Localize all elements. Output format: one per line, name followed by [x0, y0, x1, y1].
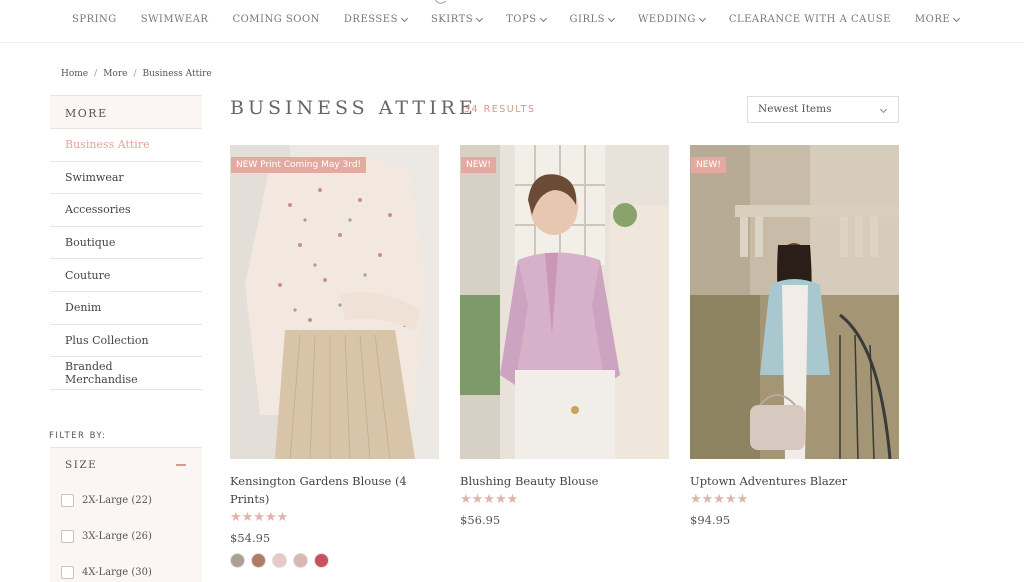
chevron-down-icon: [400, 14, 408, 22]
sidebar-item-boutique[interactable]: Boutique: [50, 227, 202, 260]
sidebar-item-branded-merchandise[interactable]: Branded Merchandise: [50, 357, 202, 390]
breadcrumb-home-link[interactable]: Home: [61, 69, 88, 79]
color-swatches: [230, 553, 439, 568]
nav-label: TOPS: [506, 14, 537, 25]
nav-item-more[interactable]: MORE: [914, 14, 961, 25]
star-rating: ★★★★★: [460, 492, 519, 507]
sidebar-item-accessories[interactable]: Accessories: [50, 194, 202, 227]
product-name[interactable]: Kensington Gardens Blouse (4 Prints): [230, 472, 439, 508]
breadcrumb: Home / More / Business Attire: [61, 69, 212, 79]
category-sidebar: MORE Business Attire Swimwear Accessorie…: [50, 95, 202, 390]
sort-select[interactable]: Newest Items: [747, 96, 899, 123]
collapse-icon: [176, 464, 186, 466]
size-option[interactable]: 3X-Large (26): [50, 518, 202, 554]
nav-label: DRESSES: [343, 14, 398, 25]
top-navigation: SPRING SWIMWEAR COMING SOON DRESSES SKIR…: [0, 0, 1024, 43]
new-badge: NEW Print Coming May 3rd!: [231, 157, 367, 173]
chevron-down-icon: [476, 14, 484, 22]
size-option-label: 4X-Large (30): [82, 566, 152, 578]
product-image[interactable]: NEW!: [690, 145, 899, 459]
nav-label: GIRLS: [569, 14, 606, 25]
product-photo-blouse-pink: [460, 145, 669, 459]
color-swatch[interactable]: [314, 553, 329, 568]
breadcrumb-more-link[interactable]: More: [103, 69, 127, 79]
size-option-label: 3X-Large (26): [82, 530, 152, 542]
nav-label: WEDDING: [638, 14, 696, 25]
size-filter-title: SIZE: [65, 459, 98, 471]
color-swatch[interactable]: [251, 553, 266, 568]
chevron-down-icon: [698, 14, 706, 22]
nav-item-tops[interactable]: TOPS: [506, 14, 547, 25]
sidebar-item-plus-collection[interactable]: Plus Collection: [50, 325, 202, 358]
size-filter-panel: SIZE 2X-Large (22) 3X-Large (26) 4X-Larg…: [50, 447, 202, 582]
nav-item-swimwear[interactable]: SWIMWEAR: [141, 14, 209, 25]
nav-label: SPRING: [72, 14, 117, 25]
results-count: 34 RESULTS: [464, 104, 536, 115]
new-badge: NEW!: [691, 157, 726, 173]
sidebar-item-couture[interactable]: Couture: [50, 259, 202, 292]
nav-label: COMING SOON: [232, 14, 320, 25]
sidebar-title: MORE: [50, 95, 202, 129]
size-filter-toggle[interactable]: SIZE: [50, 448, 202, 482]
breadcrumb-current: Business Attire: [142, 69, 212, 79]
product-card: NEW! Uptown Adventures Blazer ★★★★★ $94.…: [690, 145, 899, 527]
product-name[interactable]: Blushing Beauty Blouse: [460, 472, 669, 490]
nav-item-clearance[interactable]: CLEARANCE WITH A CAUSE: [729, 14, 891, 25]
product-image[interactable]: NEW Print Coming May 3rd!: [230, 145, 439, 459]
product-price: $54.95: [230, 531, 271, 545]
product-name[interactable]: Uptown Adventures Blazer: [690, 472, 899, 490]
size-option[interactable]: 2X-Large (22): [50, 482, 202, 518]
nav-item-wedding[interactable]: WEDDING: [638, 14, 706, 25]
nav-menu: SPRING SWIMWEAR COMING SOON DRESSES SKIR…: [60, 14, 983, 25]
checkbox[interactable]: [61, 493, 74, 507]
sidebar-item-business-attire[interactable]: Business Attire: [50, 129, 202, 162]
nav-label: SWIMWEAR: [140, 14, 209, 25]
star-rating: ★★★★★: [690, 492, 749, 507]
sidebar-item-denim[interactable]: Denim: [50, 292, 202, 325]
filter-by-label: FILTER BY:: [49, 431, 107, 441]
nav-item-skirts[interactable]: SKIRTS: [430, 14, 484, 25]
product-card: NEW! Blushing Beauty Blouse ★★★★★ $56.95: [460, 145, 669, 527]
nav-label: SKIRTS: [430, 14, 474, 25]
checkbox[interactable]: [61, 529, 74, 543]
size-option-label: 2X-Large (22): [82, 494, 152, 506]
logo-fragment: [433, 0, 447, 6]
sidebar-item-swimwear[interactable]: Swimwear: [50, 162, 202, 195]
product-image[interactable]: NEW!: [460, 145, 669, 459]
nav-item-dresses[interactable]: DRESSES: [343, 14, 408, 25]
color-swatch[interactable]: [272, 553, 287, 568]
breadcrumb-separator: /: [94, 69, 98, 79]
new-badge: NEW!: [461, 157, 496, 173]
product-photo-blazer: [690, 145, 899, 459]
nav-item-girls[interactable]: GIRLS: [569, 14, 616, 25]
nav-label: CLEARANCE WITH A CAUSE: [728, 14, 891, 25]
size-option[interactable]: 4X-Large (30): [50, 554, 202, 582]
color-swatch[interactable]: [230, 553, 245, 568]
nav-item-spring[interactable]: SPRING: [72, 14, 117, 25]
color-swatch[interactable]: [293, 553, 308, 568]
nav-label: MORE: [914, 14, 951, 25]
star-rating: ★★★★★: [230, 510, 289, 525]
breadcrumb-separator: /: [133, 69, 137, 79]
checkbox[interactable]: [61, 565, 74, 579]
product-card: NEW Print Coming May 3rd! Kensington Gar…: [230, 145, 439, 568]
product-price: $56.95: [460, 513, 501, 527]
product-price: $94.95: [690, 513, 731, 527]
chevron-down-icon: [539, 14, 547, 22]
chevron-down-icon: [953, 14, 961, 22]
chevron-down-icon: [879, 105, 888, 114]
page-title: BUSINESS ATTIRE: [230, 97, 477, 119]
nav-item-coming-soon[interactable]: COMING SOON: [232, 14, 319, 25]
sort-selected-value: Newest Items: [758, 103, 832, 115]
product-photo-blouse-floral: [230, 145, 439, 459]
chevron-down-icon: [607, 14, 616, 22]
